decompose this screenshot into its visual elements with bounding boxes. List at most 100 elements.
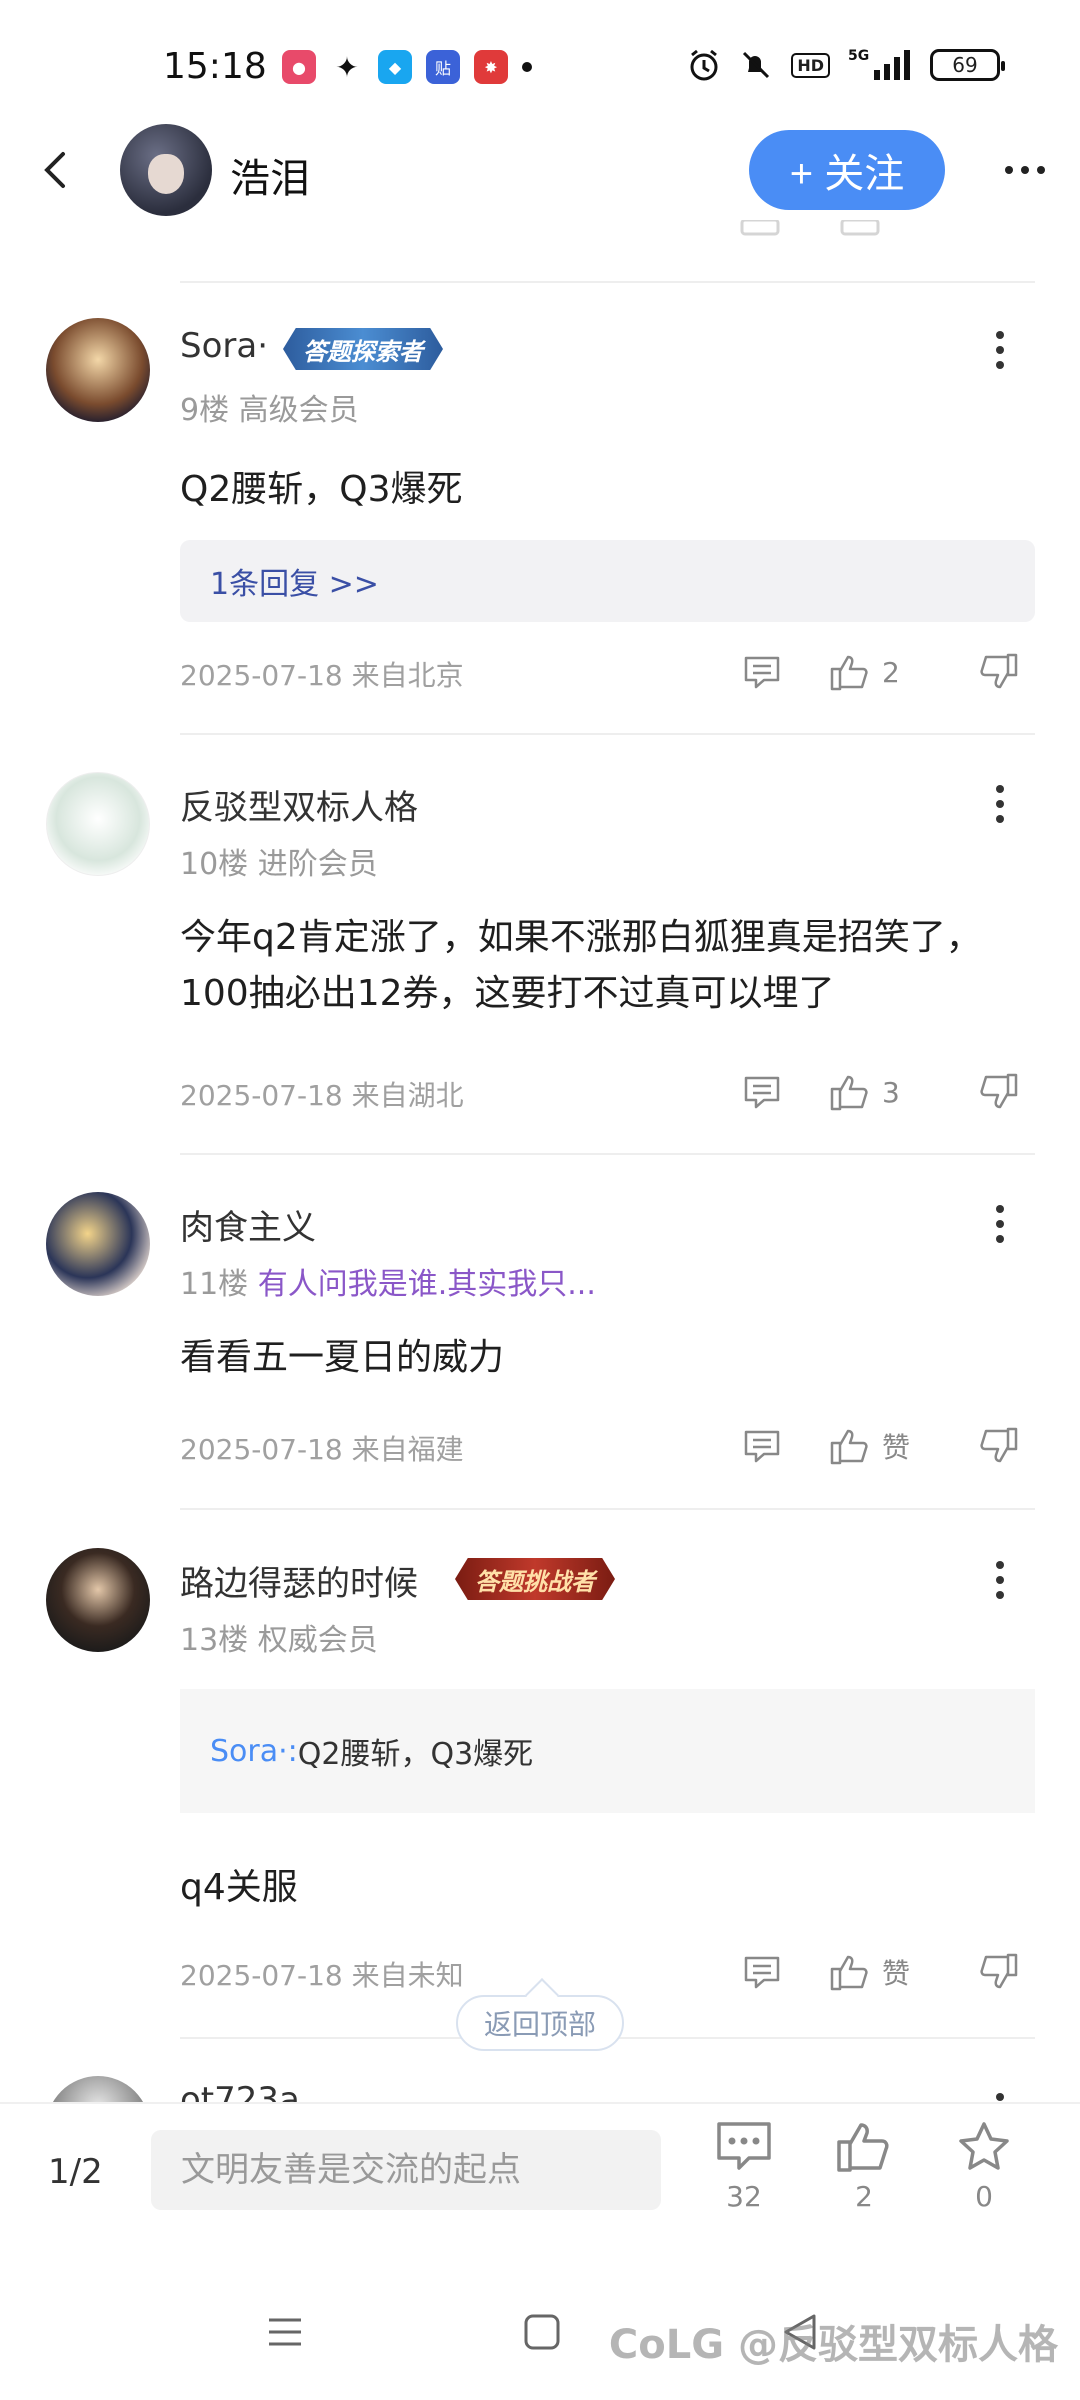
status-bar: 15:18 ● ✦ ◆ 贴 ✸ HD 5G 69 xyxy=(0,0,1080,132)
author-avatar[interactable] xyxy=(120,124,212,216)
signal-icon: 5G xyxy=(848,48,910,80)
dislike-button[interactable] xyxy=(978,1952,1020,1992)
reply-button[interactable] xyxy=(742,1952,782,1992)
username[interactable]: 路边得瑟的时候 xyxy=(180,1556,418,1605)
dislike-button[interactable] xyxy=(978,652,1020,692)
thumbs-up-icon xyxy=(830,1429,868,1465)
comments-count: 32 xyxy=(726,2180,762,2213)
app-icon: ✸ xyxy=(474,50,508,84)
reply-button[interactable] xyxy=(742,652,782,692)
username[interactable]: Sora· xyxy=(180,326,268,366)
post-meta: 11楼 有人问我是谁.其实我只... xyxy=(180,1259,596,1303)
user-avatar[interactable] xyxy=(46,2076,150,2105)
user-avatar[interactable] xyxy=(46,772,150,876)
comment-icon xyxy=(744,1956,780,1989)
quoted-username: Sora·: xyxy=(210,1733,298,1769)
comments-icon xyxy=(717,2122,771,2170)
like-button[interactable]: 赞 xyxy=(828,1426,910,1466)
divider xyxy=(180,1153,1035,1155)
bottom-action-bar: 1/2 32 2 0 xyxy=(0,2102,1080,2262)
battery-icon: 69 xyxy=(930,49,1005,81)
user-badge: 答题挑战者 xyxy=(455,1558,615,1600)
dislike-button[interactable] xyxy=(978,1426,1020,1466)
star-icon xyxy=(959,2122,1009,2170)
status-time: 15:18 xyxy=(163,46,267,87)
alarm-icon xyxy=(690,49,718,81)
thumbs-up-icon xyxy=(830,655,868,691)
post-date: 2025-07-18 来自湖北 xyxy=(180,1079,464,1112)
floor-number: 9楼 xyxy=(180,393,230,428)
thumbs-down-icon xyxy=(980,653,1018,689)
divider xyxy=(180,281,1035,283)
user-avatar[interactable] xyxy=(46,1192,150,1296)
comment-text: q4关服 xyxy=(180,1867,298,1908)
replies-link[interactable]: 1条回复 >> xyxy=(180,540,1035,622)
tieba-icon: 贴 xyxy=(426,50,460,84)
notification-icons: ● ✦ ◆ 贴 ✸ xyxy=(282,50,532,84)
post-more-button[interactable] xyxy=(980,1550,1020,1610)
system-navigation-bar: CoLG @反驳型双标人格 xyxy=(0,2262,1080,2400)
shop-app-icon: ● xyxy=(282,50,316,84)
like-count: 2 xyxy=(882,655,900,689)
home-icon xyxy=(524,2314,560,2350)
comment-text: 看看五一夏日的威力 xyxy=(180,1337,505,1378)
thumbs-down-icon xyxy=(980,1073,1018,1109)
back-to-top-button[interactable]: 返回顶部 xyxy=(456,1995,624,2051)
like-count: 3 xyxy=(882,1075,900,1109)
username[interactable]: 肉食主义 xyxy=(180,1200,316,1249)
post-more-button[interactable] xyxy=(980,320,1020,380)
post-meta: 13楼 权威会员 xyxy=(180,1615,378,1659)
dislike-button[interactable] xyxy=(978,1072,1020,1112)
post-meta: 10楼 进阶会员 xyxy=(180,839,378,883)
comment-list[interactable]: Sora· 答题探索者 9楼 高级会员 Q2腰斩，Q3爆死 1条回复 >> 20… xyxy=(0,220,1080,2105)
floor-number: 10楼 xyxy=(180,847,249,882)
user-signature[interactable]: 有人问我是谁.其实我只... xyxy=(258,1267,596,1302)
post-date: 2025-07-18 来自未知 xyxy=(180,1959,464,1992)
thumbs-down-icon xyxy=(980,1427,1018,1463)
home-nav-button[interactable] xyxy=(512,2302,572,2362)
like-button[interactable]: 3 xyxy=(828,1072,900,1112)
comment-icon xyxy=(744,1430,780,1463)
previous-post-actions xyxy=(740,220,880,240)
username[interactable]: 反驳型双标人格 xyxy=(180,780,418,829)
menu-icon xyxy=(269,2318,301,2346)
post-more-button[interactable] xyxy=(980,774,1020,834)
comments-button[interactable]: 32 xyxy=(704,2120,784,2213)
comment-icon xyxy=(744,1076,780,1109)
like-thread-button[interactable]: 2 xyxy=(824,2120,904,2213)
comment-input[interactable] xyxy=(151,2130,661,2210)
comment-icon xyxy=(744,656,780,689)
wechat-icon: ✦ xyxy=(335,50,359,84)
quoted-text: Q2腰斩，Q3爆死 xyxy=(297,1737,534,1772)
post-more-button[interactable] xyxy=(980,1194,1020,1254)
menu-nav-button[interactable] xyxy=(255,2302,315,2362)
thumbs-down-icon xyxy=(980,1953,1018,1989)
member-level: 高级会员 xyxy=(238,393,359,428)
thumbs-up-icon xyxy=(837,2123,889,2172)
watermark: CoLG @反驳型双标人格 xyxy=(608,2322,1058,2368)
divider xyxy=(180,733,1035,735)
post-date: 2025-07-18 来自福建 xyxy=(180,1433,464,1466)
favorite-button[interactable]: 0 xyxy=(944,2120,1024,2213)
quoted-comment[interactable]: Sora·: Q2腰斩，Q3爆死 xyxy=(180,1689,1035,1813)
divider xyxy=(180,1508,1035,1510)
back-button[interactable] xyxy=(28,142,84,198)
follow-button[interactable]: + 关注 xyxy=(749,130,945,210)
thumbs-up-icon xyxy=(830,1955,868,1991)
mute-icon xyxy=(743,51,770,79)
post-date: 2025-07-18 来自北京 xyxy=(180,659,464,692)
user-avatar[interactable] xyxy=(46,318,150,422)
like-button[interactable]: 2 xyxy=(828,652,900,692)
thread-header: 浩泪 + 关注 xyxy=(0,120,1080,220)
thumbs-up-icon xyxy=(830,1075,868,1111)
page-indicator[interactable]: 1/2 xyxy=(48,2152,103,2192)
reply-button[interactable] xyxy=(742,1072,782,1112)
qq-icon: ◆ xyxy=(378,50,412,84)
more-options-button[interactable] xyxy=(995,142,1055,198)
user-avatar[interactable] xyxy=(46,1548,150,1652)
author-name[interactable]: 浩泪 xyxy=(230,146,310,204)
comment-text: 今年q2肯定涨了，如果不涨那白狐狸真是招笑了，100抽必出12券，这要打不过真可… xyxy=(180,917,982,1014)
reply-button[interactable] xyxy=(742,1426,782,1466)
like-button[interactable]: 赞 xyxy=(828,1952,910,1992)
like-count: 赞 xyxy=(882,1957,911,1990)
